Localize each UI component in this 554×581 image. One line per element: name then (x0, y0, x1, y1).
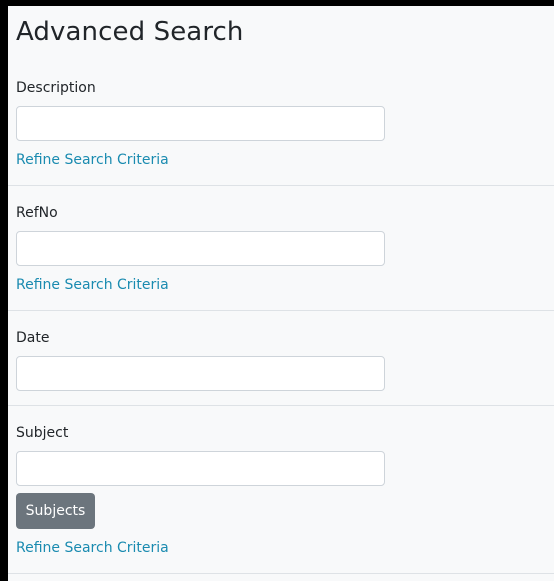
date-input[interactable] (16, 356, 385, 391)
subject-input[interactable] (16, 451, 385, 486)
divider (8, 573, 554, 574)
advanced-search-panel: Advanced Search Description Refine Searc… (8, 6, 554, 581)
subject-refine-link[interactable]: Refine Search Criteria (16, 538, 169, 558)
description-input[interactable] (16, 106, 385, 141)
divider (8, 310, 554, 311)
divider (8, 185, 554, 186)
page-title: Advanced Search (16, 17, 244, 47)
refno-label: RefNo (16, 205, 58, 221)
subjects-button[interactable]: Subjects (16, 493, 95, 529)
refno-refine-link[interactable]: Refine Search Criteria (16, 275, 169, 295)
description-refine-link[interactable]: Refine Search Criteria (16, 150, 169, 170)
refno-input[interactable] (16, 231, 385, 266)
date-label: Date (16, 330, 50, 346)
window-frame: Advanced Search Description Refine Searc… (0, 0, 554, 581)
divider (8, 405, 554, 406)
subject-label: Subject (16, 425, 69, 441)
description-label: Description (16, 80, 96, 96)
